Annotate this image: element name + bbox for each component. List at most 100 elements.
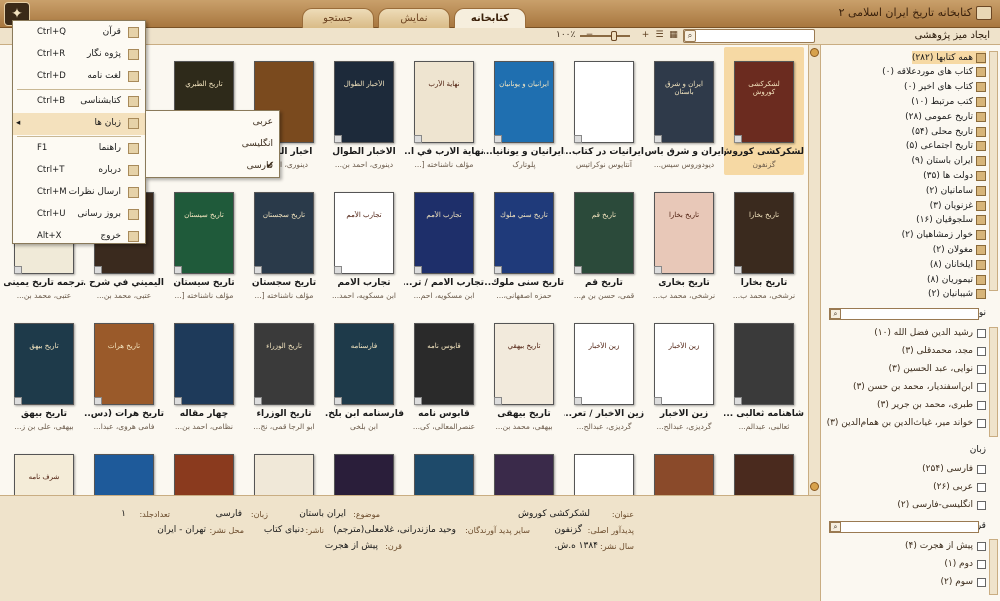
book-cover[interactable] xyxy=(734,323,794,405)
zoom-in-icon[interactable]: + xyxy=(640,30,651,41)
language-filter-item[interactable]: فارسی (۲۵۴) xyxy=(922,463,986,475)
language-option[interactable]: فارسی ✔ xyxy=(146,156,279,178)
book-item[interactable]: تاريخ سني ملوك تاریخ سنی ملوك... حمزه اصفه… xyxy=(484,178,564,306)
book-cover[interactable]: قابوس نامه xyxy=(414,323,474,405)
book-item[interactable]: فارسنامه فارسنامه ابن بلخ... ابن بلخی xyxy=(324,309,404,437)
century-checkbox[interactable] xyxy=(977,541,986,551)
category-scrollbar[interactable] xyxy=(989,51,998,291)
favorite-toggle-icon[interactable] xyxy=(174,266,182,274)
book-cover[interactable]: نهاية الأرب xyxy=(414,61,474,143)
book-cover[interactable]: لشکرکشی کوروش xyxy=(734,61,794,143)
scroll-up-icon[interactable] xyxy=(810,48,819,57)
category-item[interactable]: کتاب های موردعلاقه (۰) xyxy=(882,66,986,79)
book-cover[interactable] xyxy=(254,454,314,495)
language-checkbox[interactable] xyxy=(977,464,986,474)
book-item[interactable] xyxy=(564,440,644,495)
book-cover[interactable]: تاريخ بيهق xyxy=(14,323,74,405)
tab-1[interactable]: نمایش xyxy=(378,8,450,28)
book-item[interactable] xyxy=(324,440,404,495)
book-item[interactable]: تاريخ الوزراء تاریخ الوزراء ابو الرجا قمی،… xyxy=(244,309,324,437)
book-cover[interactable]: تاريخ سيستان xyxy=(174,192,234,274)
language-checkbox[interactable] xyxy=(977,500,986,510)
book-item[interactable] xyxy=(84,440,164,495)
book-cover[interactable]: تاريخ بخارا xyxy=(734,192,794,274)
author-filter-item[interactable]: خواند میر، غیاث‌الدین بن همام‌الدین (۳) xyxy=(827,417,986,429)
book-grid-scrollbar[interactable] xyxy=(808,45,820,495)
language-filter-item[interactable]: انگلیسی-فارسی (۲) xyxy=(897,499,986,511)
author-filter-item[interactable]: مجد، محمدقلی (۳) xyxy=(902,345,986,357)
category-item[interactable]: تیموریان (۸) xyxy=(927,273,986,286)
favorite-toggle-icon[interactable] xyxy=(334,397,342,405)
book-item[interactable] xyxy=(484,440,564,495)
book-item[interactable]: تجارب الأمم تجارب الأمم / تر... ابن مسکویه… xyxy=(404,178,484,306)
book-cover[interactable]: فارسنامه xyxy=(334,323,394,405)
author-filter-item[interactable]: طبری، محمد بن جریر (۳) xyxy=(877,399,986,411)
book-cover[interactable] xyxy=(574,454,634,495)
favorite-toggle-icon[interactable] xyxy=(494,397,502,405)
author-filter-item[interactable]: ابن‌اسفندیار، محمد بن حسن (۳) xyxy=(853,381,986,393)
book-item[interactable]: زين الأخبار زین الأخبار گردیزی، عبدالح... xyxy=(644,309,724,437)
favorite-toggle-icon[interactable] xyxy=(414,266,422,274)
category-item[interactable]: تاریخ اجتماعی (۵) xyxy=(906,140,986,153)
book-cover[interactable]: تاريخ الوزراء xyxy=(254,323,314,405)
book-cover[interactable]: تاريخ سجستان xyxy=(254,192,314,274)
book-cover[interactable]: تاريخ هرات xyxy=(94,323,154,405)
language-option[interactable]: عربی xyxy=(146,112,279,134)
book-item[interactable] xyxy=(644,440,724,495)
favorite-toggle-icon[interactable] xyxy=(334,135,342,143)
book-cover[interactable]: شرف نامه xyxy=(14,454,74,495)
book-cover[interactable] xyxy=(414,454,474,495)
author-search-icon[interactable]: ⌕ xyxy=(830,309,841,319)
category-item[interactable]: ایلخانان (۸) xyxy=(930,258,986,271)
book-item[interactable]: تاريخ سيستان تاریخ سیستان مؤلف ناشناخته [.… xyxy=(164,178,244,306)
favorite-toggle-icon[interactable] xyxy=(734,135,742,143)
favorite-toggle-icon[interactable] xyxy=(94,397,102,405)
author-checkbox[interactable] xyxy=(977,400,986,410)
category-item[interactable]: شیبانیان (۲) xyxy=(928,288,986,301)
book-item[interactable]: تاريخ بخارا تاریخ بخارا نرشخی، محمد ب... xyxy=(724,178,804,306)
author-filter-item[interactable]: رشید الدین فضل الله (۱۰) xyxy=(874,327,986,339)
favorite-toggle-icon[interactable] xyxy=(654,266,662,274)
category-item[interactable]: کتب مرتبط (۱۰) xyxy=(911,95,986,108)
book-cover[interactable] xyxy=(334,454,394,495)
menu-item[interactable]: خروج Alt+X xyxy=(13,226,145,248)
favorite-toggle-icon[interactable] xyxy=(334,266,342,274)
favorite-toggle-icon[interactable] xyxy=(94,266,102,274)
book-cover[interactable]: ایران و شرق باستان xyxy=(654,61,714,143)
author-checkbox[interactable] xyxy=(977,328,986,338)
book-item[interactable]: لشکرکشی کوروش لشکرکشی کوروش گزنفون xyxy=(724,47,804,175)
century-scrollbar[interactable] xyxy=(989,539,998,595)
zoom-slider-thumb[interactable] xyxy=(611,31,617,41)
category-item[interactable]: ایران باستان (۹) xyxy=(911,155,986,168)
language-filter-item[interactable]: عربی (۲۶) xyxy=(933,481,986,493)
tab-2[interactable]: جستجو xyxy=(302,8,374,28)
book-item[interactable]: تاريخ سجستان تاریخ سجستان مؤلف ناشناخته [.… xyxy=(244,178,324,306)
book-cover[interactable]: الأخبار الطوال xyxy=(334,61,394,143)
favorite-toggle-icon[interactable] xyxy=(734,266,742,274)
grid-view-icon[interactable]: ▦ xyxy=(668,30,679,41)
book-item[interactable]: تاريخ قم تاریخ قم قمی، حسن بن م... xyxy=(564,178,644,306)
book-item[interactable] xyxy=(244,440,324,495)
language-option[interactable]: انگلیسی xyxy=(146,134,279,156)
category-item[interactable]: تاریخ محلی (۵۴) xyxy=(912,125,986,138)
book-item[interactable]: تاريخ بيهق تاریخ بیهق بیهقی، علی بن ز... xyxy=(4,309,84,437)
book-item[interactable]: ایرانیان و یونانیان ایرانیان و یونانیا...… xyxy=(484,47,564,175)
category-item[interactable]: سامانیان (۲) xyxy=(926,184,986,197)
list-view-icon[interactable]: ☰ xyxy=(654,30,665,41)
book-item[interactable]: زين الأخبار زين الأخبار / تعر... گردیزی، ع… xyxy=(564,309,644,437)
book-item[interactable]: تاريخ بيهقي تاریخ بیهقی بیهقی، محمد بن... xyxy=(484,309,564,437)
book-item[interactable]: تجارب الأمم تجارب الأمم ابن مسکویه، احمد..… xyxy=(324,178,404,306)
book-cover[interactable]: تاريخ بيهقي xyxy=(494,323,554,405)
author-checkbox[interactable] xyxy=(977,382,986,392)
book-item[interactable]: شرف نامه xyxy=(4,440,84,495)
book-item[interactable]: چهار مقاله نظامی، احمد بن... xyxy=(164,309,244,437)
favorite-toggle-icon[interactable] xyxy=(654,135,662,143)
author-checkbox[interactable] xyxy=(977,346,986,356)
favorite-toggle-icon[interactable] xyxy=(14,397,22,405)
book-item[interactable]: نهاية الأرب نهایة الأرب في أ... مؤلف ناشنا… xyxy=(404,47,484,175)
create-research-desk-button[interactable]: ایجاد میز پژوهشی xyxy=(915,30,990,41)
book-cover[interactable]: زين الأخبار xyxy=(654,323,714,405)
search-icon[interactable]: ⌕ xyxy=(684,30,696,42)
favorite-toggle-icon[interactable] xyxy=(494,266,502,274)
book-cover[interactable]: تجارب الأمم xyxy=(414,192,474,274)
